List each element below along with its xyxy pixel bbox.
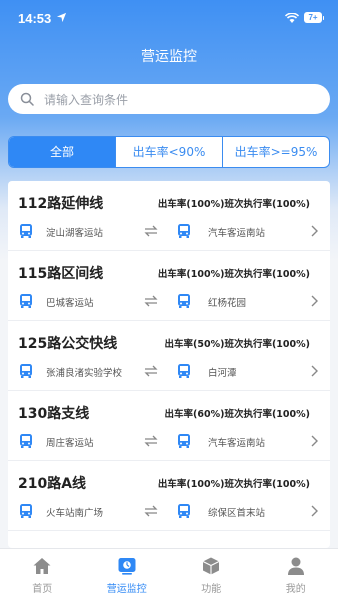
- tabbar-monitor-label: 营运监控: [106, 584, 147, 595]
- search-input[interactable]: 请输入查询条件: [8, 84, 330, 114]
- swap-arrows-icon: [144, 505, 158, 517]
- status-bar: 14:53 7+: [0, 0, 338, 38]
- page-title: 营运监控: [141, 49, 197, 65]
- status-time: 14:53: [18, 11, 52, 26]
- tab-rate-above-95[interactable]: 出车率>=95%: [223, 137, 329, 167]
- bus-icon: [20, 504, 32, 518]
- route-rates: 出车率(100%)班次执行率(100%): [157, 269, 310, 280]
- route-name: 130路支线: [18, 406, 90, 422]
- tabbar-monitor[interactable]: 营运监控: [85, 549, 170, 600]
- route-rates: 出车率(100%)班次执行率(100%): [157, 199, 310, 210]
- home-icon: [33, 558, 51, 574]
- route-end-stop: 白河潭: [208, 368, 237, 379]
- swap-arrows-icon: [144, 365, 158, 377]
- chevron-right-icon: [311, 225, 318, 237]
- route-start-stop: 淀山湖客运站: [46, 228, 104, 239]
- route-row-partial[interactable]: [8, 531, 330, 548]
- route-rates: 出车率(100%)班次执行率(100%): [157, 479, 310, 490]
- route-end-stop: 红杨花园: [208, 298, 247, 309]
- swap-arrows-icon: [144, 225, 158, 237]
- filter-tabs: 全部 出车率<90% 出车率>=95%: [8, 136, 330, 168]
- route-rates: 出车率(60%)班次执行率(100%): [164, 409, 310, 420]
- tabbar-functions-label: 功能: [201, 584, 222, 595]
- bus-icon: [20, 224, 32, 238]
- chevron-right-icon: [311, 365, 318, 377]
- bus-icon: [178, 294, 190, 308]
- search-placeholder: 请输入查询条件: [44, 93, 129, 107]
- tabbar-home[interactable]: 首页: [0, 549, 85, 600]
- bus-icon: [20, 434, 32, 448]
- bus-icon: [20, 294, 32, 308]
- tabbar-functions[interactable]: 功能: [169, 549, 254, 600]
- route-start-stop: 张浦良渚实验学校: [46, 368, 123, 379]
- search-icon: [20, 92, 34, 106]
- route-row[interactable]: 130路支线 出车率(60%)班次执行率(100%) 周庄客运站 汽车客运南站: [8, 391, 330, 461]
- tab-all[interactable]: 全部: [9, 137, 116, 167]
- route-end-stop: 综保区首末站: [208, 508, 266, 519]
- route-start-stop: 周庄客运站: [46, 438, 94, 449]
- route-row[interactable]: 125路公交快线 出车率(50%)班次执行率(100%) 张浦良渚实验学校 白河…: [8, 321, 330, 391]
- route-start-stop: 巴城客运站: [46, 298, 94, 309]
- cube-icon: [203, 557, 220, 575]
- route-end-stop: 汽车客运南站: [208, 228, 266, 239]
- route-list: 112路延伸线 出车率(100%)班次执行率(100%) 淀山湖客运站 汽车客运…: [8, 181, 330, 548]
- route-end-stop: 汽车客运南站: [208, 438, 266, 449]
- chevron-right-icon: [311, 295, 318, 307]
- tabbar-profile[interactable]: 我的: [254, 549, 338, 600]
- route-name: 112路延伸线: [18, 196, 104, 212]
- chevron-right-icon: [311, 505, 318, 517]
- swap-arrows-icon: [144, 295, 158, 307]
- bus-icon: [178, 224, 190, 238]
- tabbar-home-label: 首页: [32, 584, 53, 595]
- wifi-icon: [285, 13, 299, 23]
- route-name: 125路公交快线: [18, 336, 118, 352]
- swap-arrows-icon: [144, 435, 158, 447]
- person-icon: [287, 557, 304, 575]
- bus-icon: [20, 364, 32, 378]
- route-name: 210路A线: [18, 476, 87, 492]
- route-rates: 出车率(50%)班次执行率(100%): [164, 339, 310, 350]
- battery-indicator: 7+: [304, 12, 324, 23]
- bottom-tab-bar: 首页 营运监控 功能 我的: [0, 548, 338, 600]
- tab-rate-below-90[interactable]: 出车率<90%: [116, 137, 223, 167]
- chevron-right-icon: [311, 435, 318, 447]
- route-row[interactable]: 112路延伸线 出车率(100%)班次执行率(100%) 淀山湖客运站 汽车客运…: [8, 181, 330, 251]
- route-row[interactable]: 210路A线 出车率(100%)班次执行率(100%) 火车站南广场 综保区首末…: [8, 461, 330, 531]
- location-arrow-icon: [56, 12, 67, 23]
- bus-icon: [178, 504, 190, 518]
- bus-icon: [178, 434, 190, 448]
- route-row[interactable]: 115路区间线 出车率(100%)班次执行率(100%) 巴城客运站 红杨花园: [8, 251, 330, 321]
- route-name: 115路区间线: [18, 266, 104, 282]
- monitor-icon: [118, 558, 136, 575]
- bus-icon: [178, 364, 190, 378]
- route-start-stop: 火车站南广场: [46, 508, 104, 519]
- tabbar-profile-label: 我的: [285, 584, 306, 595]
